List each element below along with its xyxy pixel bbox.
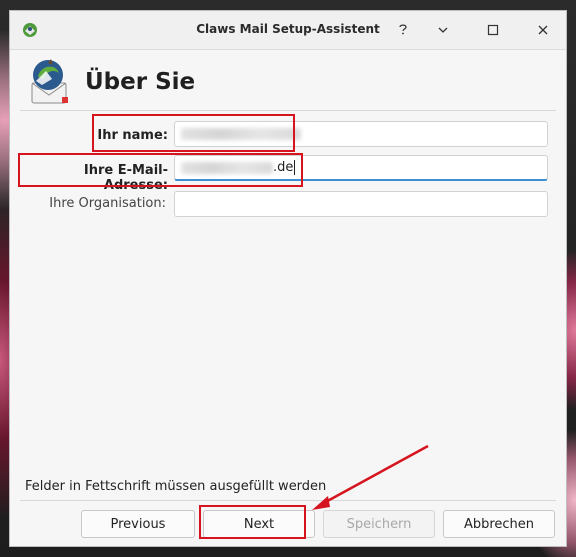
setup-assistant-window: Claws Mail Setup-Assistent Über Sie Ihr … <box>9 10 567 547</box>
title-bar[interactable]: Claws Mail Setup-Assistent <box>10 11 566 50</box>
minimize-button[interactable] <box>432 19 454 41</box>
help-icon <box>396 21 410 40</box>
close-button[interactable] <box>532 19 554 41</box>
page-title: Über Sie <box>85 69 196 95</box>
close-icon <box>537 21 549 40</box>
claws-mail-logo-icon <box>26 57 72 107</box>
previous-button[interactable]: Previous <box>81 510 195 538</box>
cancel-button[interactable]: Abbrechen <box>443 510 555 538</box>
highlight-box-email <box>18 153 303 187</box>
required-fields-note: Felder in Fettschrift müssen ausgefüllt … <box>25 479 327 494</box>
maximize-button[interactable] <box>482 19 504 41</box>
highlight-box-name <box>92 114 295 152</box>
organisation-field[interactable] <box>174 191 548 217</box>
highlight-box-next <box>199 505 306 539</box>
footer-divider <box>20 500 556 501</box>
minimize-icon <box>437 21 449 40</box>
help-button[interactable] <box>392 19 414 41</box>
header-divider <box>20 110 556 111</box>
maximize-icon <box>487 21 499 40</box>
organisation-label: Ihre Organisation: <box>49 196 166 211</box>
save-button[interactable]: Speichern <box>323 510 435 538</box>
